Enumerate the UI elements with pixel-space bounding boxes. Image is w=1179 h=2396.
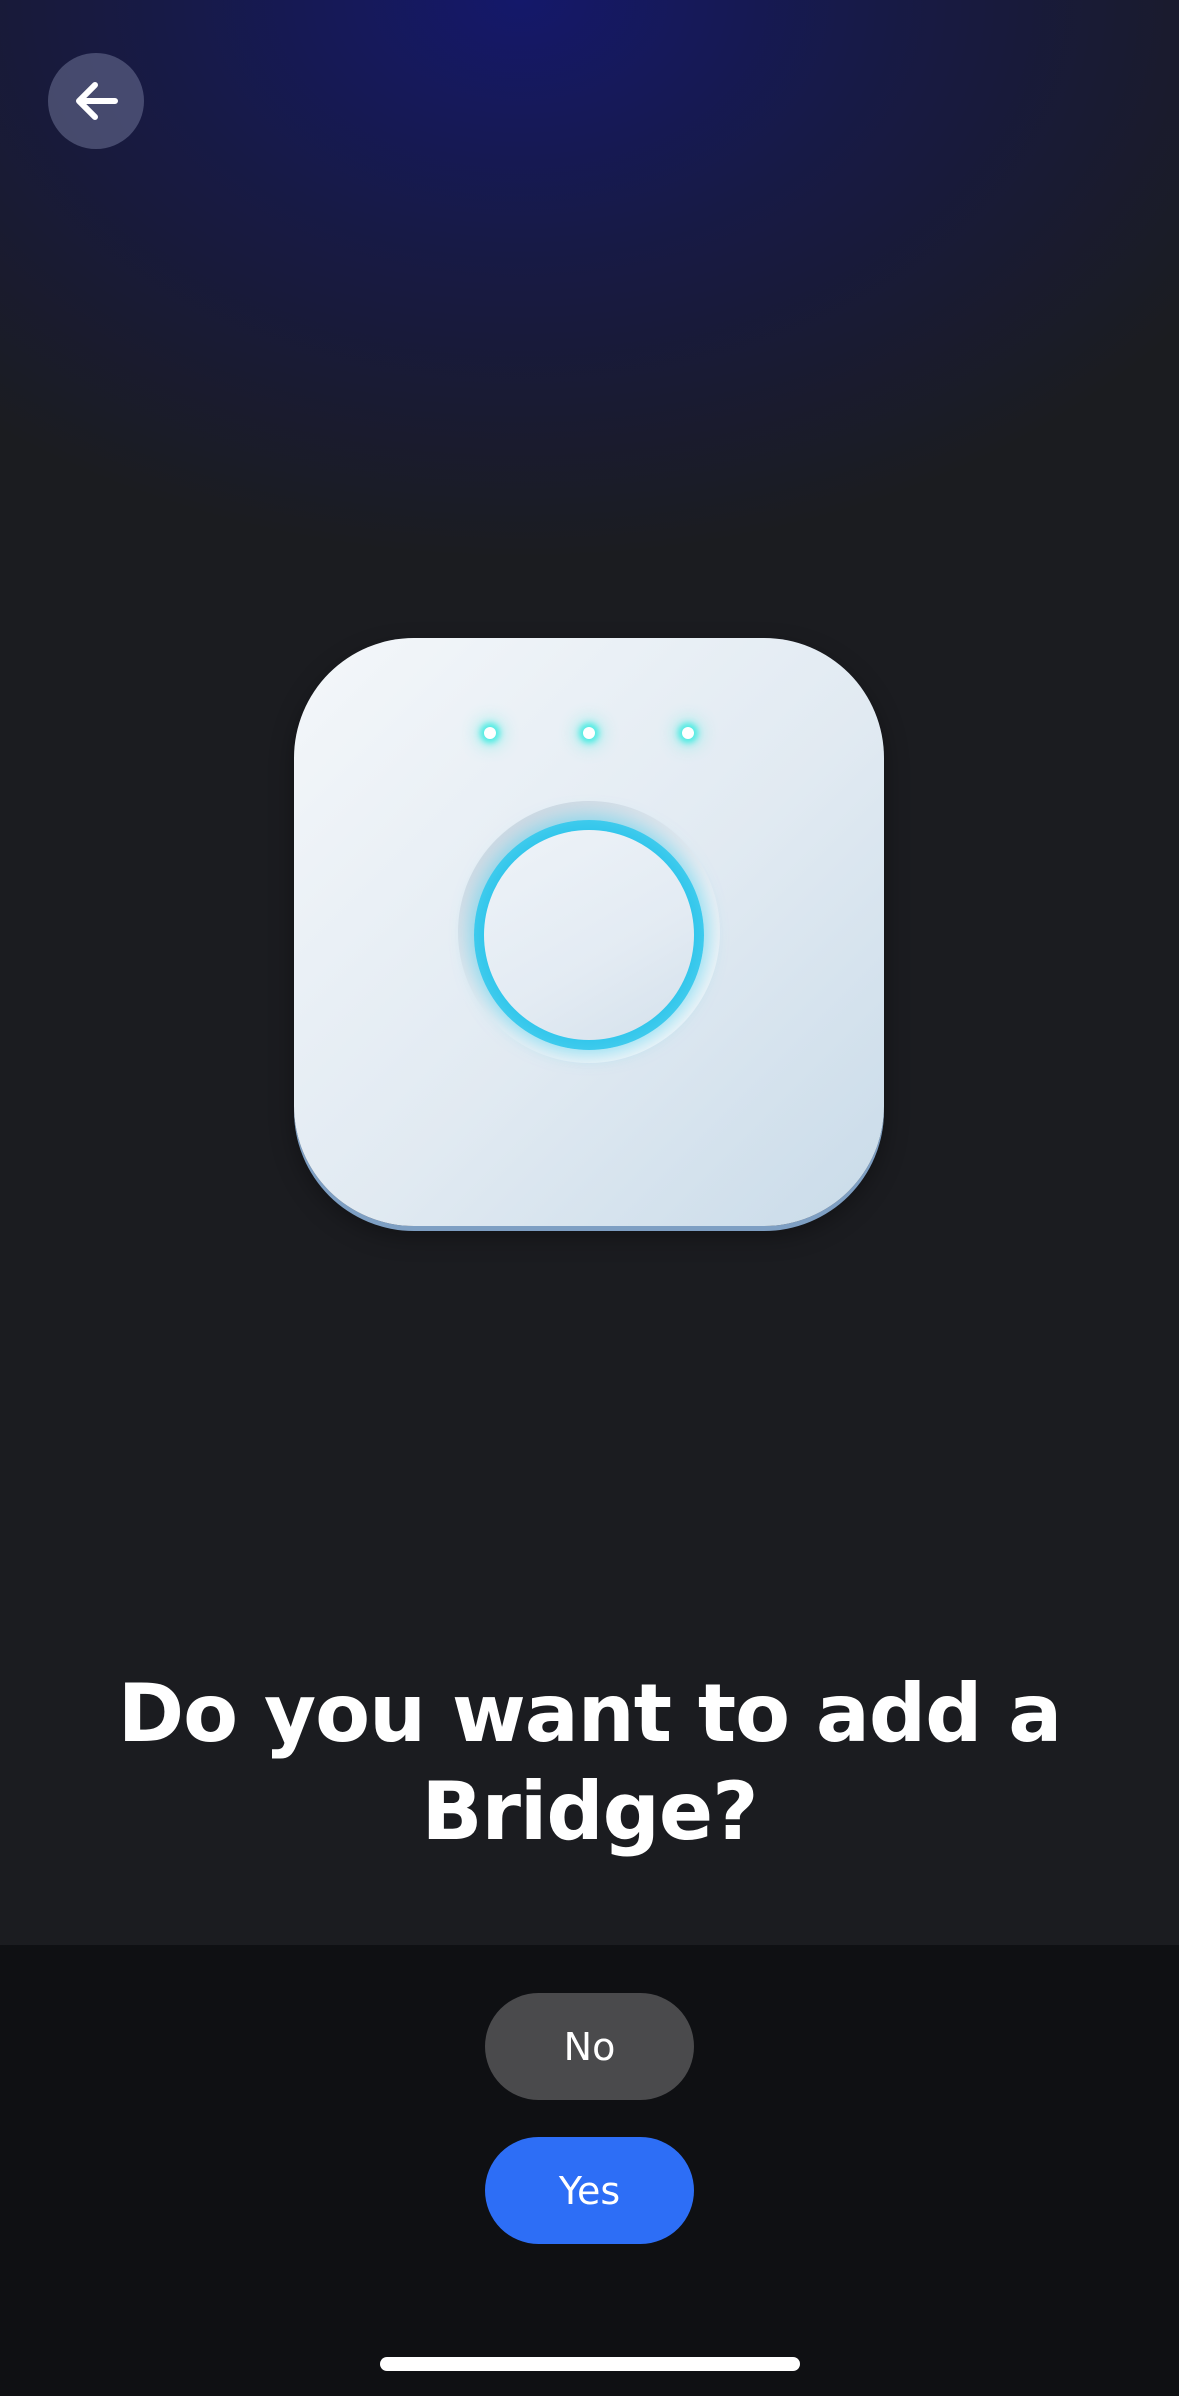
home-indicator[interactable] bbox=[380, 2357, 800, 2371]
hue-bridge-icon bbox=[294, 638, 884, 1226]
bridge-led-2 bbox=[583, 727, 595, 739]
back-button[interactable] bbox=[48, 53, 144, 149]
bridge-led-1 bbox=[484, 727, 496, 739]
yes-button-label: Yes bbox=[558, 2168, 621, 2213]
arrow-left-icon bbox=[76, 82, 118, 120]
yes-button[interactable]: Yes bbox=[485, 2137, 694, 2244]
bridge-push-button bbox=[484, 830, 694, 1040]
no-button[interactable]: No bbox=[485, 1993, 694, 2100]
bridge-led-3 bbox=[682, 727, 694, 739]
page-title: Do you want to add a Bridge? bbox=[117, 1667, 1062, 1858]
no-button-label: No bbox=[563, 2024, 616, 2069]
